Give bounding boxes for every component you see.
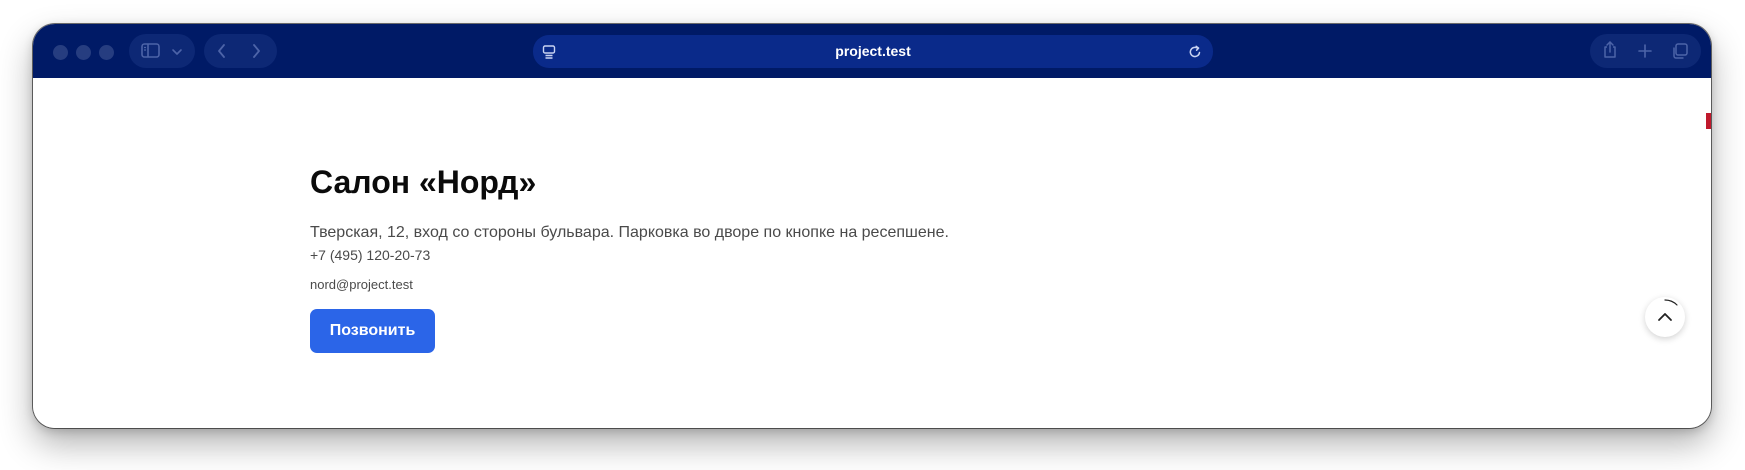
sidebar-icon[interactable]	[140, 42, 162, 60]
salon-phone[interactable]: +7 (495) 120-20-73	[310, 247, 430, 263]
share-icon[interactable]	[1601, 40, 1619, 60]
zoom-window-button[interactable]	[99, 45, 114, 60]
scroll-to-top-button[interactable]	[1645, 297, 1685, 337]
navigation-controls	[204, 34, 277, 68]
window-controls	[53, 45, 114, 60]
browser-toolbar: project.test	[33, 24, 1711, 78]
call-button[interactable]: Позвонить	[310, 309, 435, 353]
page-content: Салон «Норд» Тверская, 12, вход со сторо…	[33, 78, 1711, 428]
address-bar-url[interactable]: project.test	[533, 35, 1213, 68]
chevron-right-icon[interactable]	[249, 43, 263, 59]
salon-email[interactable]: nord@project.test	[310, 277, 413, 292]
plus-icon[interactable]	[1636, 42, 1654, 60]
edge-marker	[1706, 113, 1711, 129]
window-actions	[1590, 34, 1701, 68]
address-bar[interactable]: project.test	[533, 35, 1213, 68]
sidebar-controls	[129, 34, 195, 68]
reload-icon[interactable]	[1187, 44, 1203, 60]
chevron-down-icon[interactable]	[171, 47, 183, 57]
minimize-window-button[interactable]	[76, 45, 91, 60]
chevron-left-icon[interactable]	[215, 43, 229, 59]
chevron-up-icon	[1658, 299, 1678, 321]
browser-window: project.test Салон «Норд» Тверская, 12, …	[33, 24, 1711, 428]
tabs-icon[interactable]	[1670, 41, 1690, 61]
salon-address: Тверская, 12, вход со стороны бульвара. …	[310, 224, 949, 241]
close-window-button[interactable]	[53, 45, 68, 60]
page-title: Салон «Норд»	[310, 164, 537, 200]
